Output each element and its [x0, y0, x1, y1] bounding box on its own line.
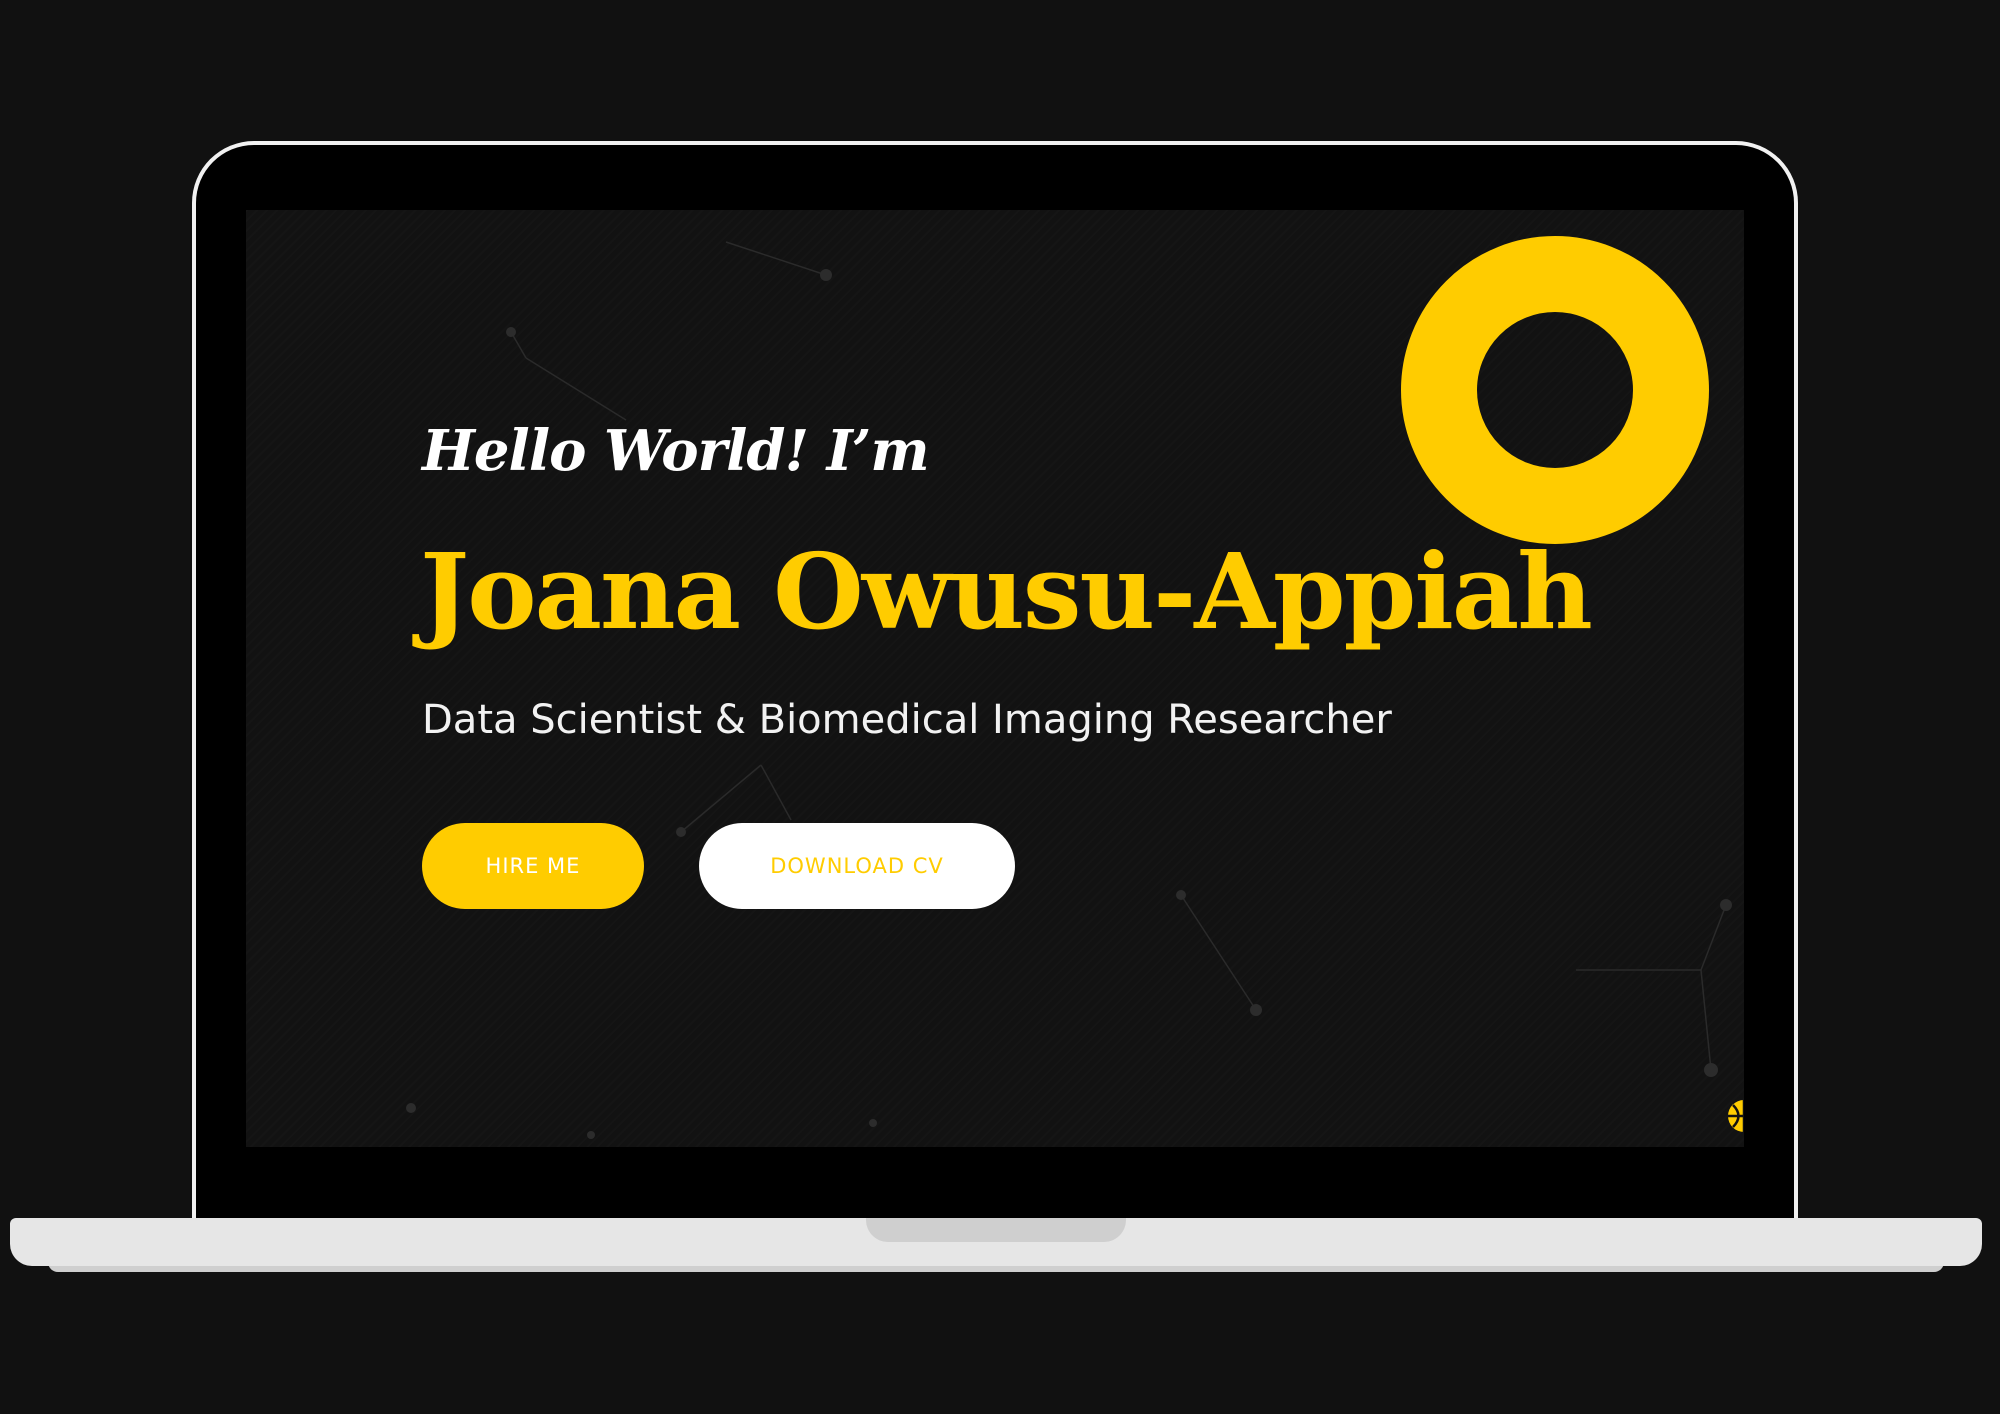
- download-cv-button[interactable]: DOWNLOAD CV: [699, 823, 1015, 909]
- ring-decoration-icon: [1401, 236, 1709, 544]
- website-screen: Hello World! I’m Joana Owusu-Appiah Data…: [246, 210, 1744, 1147]
- hire-me-button[interactable]: HIRE ME: [422, 823, 644, 909]
- hero-name: Joana Owusu-Appiah: [420, 530, 1593, 653]
- hero-role: Data Scientist & Biomedical Imaging Rese…: [422, 697, 1392, 743]
- laptop-notch: [866, 1218, 1126, 1242]
- hero-greeting: Hello World! I’m: [422, 418, 930, 484]
- ball-icon[interactable]: [1726, 1098, 1744, 1134]
